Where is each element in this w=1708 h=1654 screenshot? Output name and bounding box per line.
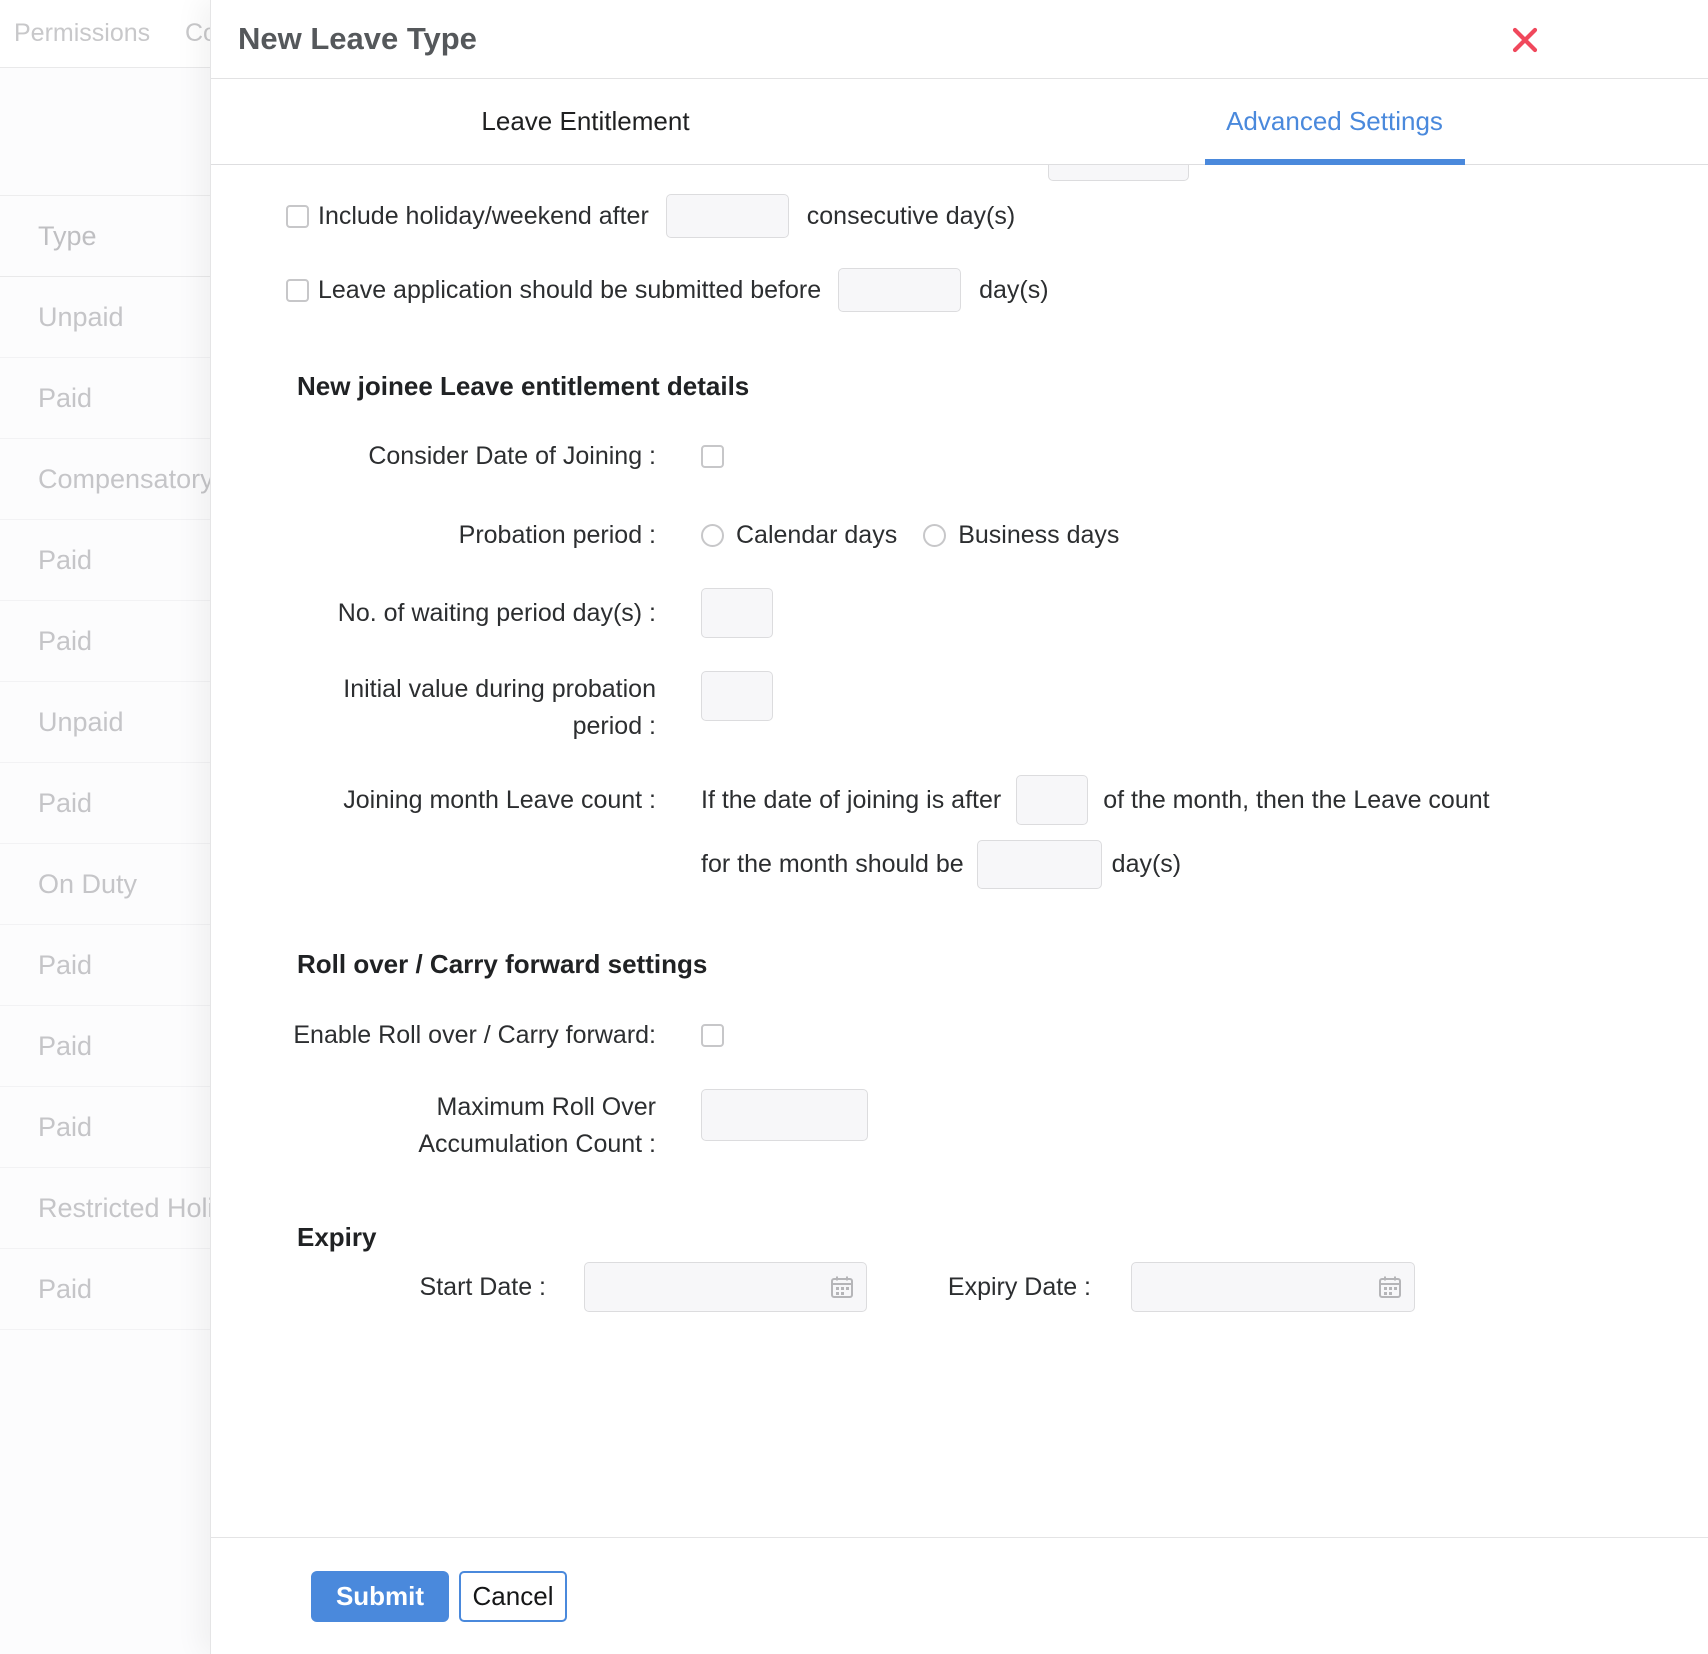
nav-tab-permissions: Permissions bbox=[14, 0, 150, 67]
consider-doj-checkbox[interactable] bbox=[701, 445, 724, 468]
initial-value-label: Initial value during probation period : bbox=[211, 671, 656, 745]
submit-before-checkbox[interactable] bbox=[286, 279, 309, 302]
include-holiday-checkbox[interactable] bbox=[286, 205, 309, 228]
calendar-days-radio[interactable] bbox=[701, 524, 724, 547]
new-leave-type-modal: New Leave Type Leave Entitlement Advance… bbox=[210, 0, 1708, 1654]
max-rollover-row: Maximum Roll Over Accumulation Count : bbox=[211, 1089, 1708, 1163]
table-row: Unpaid bbox=[0, 277, 210, 358]
expiry-date-field bbox=[1131, 1262, 1415, 1312]
consecutive-days-suffix: consecutive day(s) bbox=[807, 202, 1015, 231]
waiting-period-label: No. of waiting period day(s) : bbox=[211, 595, 656, 632]
nav-tab-partial: Co bbox=[185, 0, 210, 67]
table-row: Paid bbox=[0, 763, 210, 844]
modal-title: New Leave Type bbox=[238, 0, 477, 78]
joining-line1-suffix: of the month, then the Leave count bbox=[1103, 786, 1489, 815]
joining-month-label: Joining month Leave count : bbox=[211, 775, 656, 825]
probation-period-row: Probation period : Calendar days Busines… bbox=[211, 517, 1708, 554]
include-holiday-row: Include holiday/weekend after consecutiv… bbox=[286, 194, 1708, 238]
joining-month-row: Joining month Leave count : If the date … bbox=[211, 775, 1708, 889]
table-row: Paid bbox=[0, 1006, 210, 1087]
table-row: Unpaid bbox=[0, 682, 210, 763]
consider-doj-row: Consider Date of Joining : bbox=[211, 438, 1708, 475]
expiry-dates-row: Start Date : bbox=[211, 1262, 1708, 1312]
close-button[interactable] bbox=[1507, 22, 1543, 58]
table-header-type: Type bbox=[0, 195, 210, 277]
background-page: Permissions Co Type Unpaid Paid Compensa… bbox=[0, 0, 210, 1654]
joining-month-line2: for the month should be day(s) bbox=[701, 840, 1181, 889]
close-icon bbox=[1507, 45, 1543, 62]
expiry-date-input[interactable] bbox=[1131, 1262, 1415, 1312]
max-rollover-label: Maximum Roll Over Accumulation Count : bbox=[211, 1089, 656, 1163]
expiry-date-label: Expiry Date : bbox=[867, 1262, 1091, 1312]
consider-doj-label: Consider Date of Joining : bbox=[211, 438, 656, 475]
business-days-label: Business days bbox=[958, 521, 1119, 550]
calendar-days-label: Calendar days bbox=[736, 521, 897, 550]
start-date-input[interactable] bbox=[584, 1262, 867, 1312]
modal-footer: Submit Cancel bbox=[211, 1537, 1708, 1654]
submit-before-days-input[interactable] bbox=[838, 268, 961, 312]
joining-day-input[interactable] bbox=[1016, 775, 1088, 825]
joining-line1-prefix: If the date of joining is after bbox=[701, 786, 1001, 815]
business-days-radio[interactable] bbox=[923, 524, 946, 547]
clipped-top-input[interactable] bbox=[1048, 165, 1189, 181]
expiry-heading: Expiry bbox=[297, 1221, 1708, 1253]
waiting-period-input[interactable] bbox=[701, 588, 773, 638]
enable-rollover-row: Enable Roll over / Carry forward: bbox=[211, 1017, 1708, 1054]
rollover-heading: Roll over / Carry forward settings bbox=[297, 948, 1708, 980]
table-row: Paid bbox=[0, 1249, 210, 1330]
start-date-field bbox=[584, 1262, 867, 1312]
initial-value-row: Initial value during probation period : bbox=[211, 671, 1708, 745]
consecutive-days-input[interactable] bbox=[666, 194, 789, 238]
joining-line2-prefix: for the month should be bbox=[701, 850, 964, 879]
submit-before-label: Leave application should be submitted be… bbox=[318, 276, 821, 305]
background-panel: Type Unpaid Paid Compensatory Off Paid P… bbox=[0, 68, 210, 1654]
start-date-label: Start Date : bbox=[211, 1262, 546, 1312]
initial-value-input[interactable] bbox=[701, 671, 773, 721]
include-holiday-label: Include holiday/weekend after bbox=[318, 202, 649, 231]
table-row: Restricted Holiday bbox=[0, 1168, 210, 1249]
enable-rollover-label: Enable Roll over / Carry forward: bbox=[211, 1017, 656, 1054]
max-rollover-input[interactable] bbox=[701, 1089, 868, 1141]
tab-leave-entitlement[interactable]: Leave Entitlement bbox=[211, 79, 960, 164]
table-row: Paid bbox=[0, 1087, 210, 1168]
table-row: Paid bbox=[0, 925, 210, 1006]
modal-header: New Leave Type bbox=[211, 0, 1708, 79]
table-row: Compensatory Off bbox=[0, 439, 210, 520]
joining-count-input[interactable] bbox=[977, 840, 1102, 889]
enable-rollover-checkbox[interactable] bbox=[701, 1024, 724, 1047]
table-row: Paid bbox=[0, 520, 210, 601]
submit-before-suffix: day(s) bbox=[979, 276, 1048, 305]
tab-advanced-settings-label: Advanced Settings bbox=[1226, 106, 1443, 136]
cancel-button[interactable]: Cancel bbox=[459, 1571, 567, 1622]
modal-tab-bar: Leave Entitlement Advanced Settings bbox=[211, 79, 1708, 165]
submit-before-row: Leave application should be submitted be… bbox=[286, 268, 1708, 312]
table-row: On Duty bbox=[0, 844, 210, 925]
joining-line2-suffix: day(s) bbox=[1112, 850, 1181, 879]
modal-body: Include holiday/weekend after consecutiv… bbox=[211, 165, 1708, 1538]
background-topnav: Permissions Co bbox=[0, 0, 210, 68]
probation-period-label: Probation period : bbox=[211, 517, 656, 554]
tab-advanced-settings[interactable]: Advanced Settings bbox=[960, 79, 1708, 164]
waiting-period-row: No. of waiting period day(s) : bbox=[211, 588, 1708, 638]
leave-type-table: Type Unpaid Paid Compensatory Off Paid P… bbox=[0, 195, 210, 1330]
table-row: Paid bbox=[0, 358, 210, 439]
new-joinee-heading: New joinee Leave entitlement details bbox=[297, 370, 1708, 402]
table-row: Paid bbox=[0, 601, 210, 682]
joining-month-line1: If the date of joining is after of the m… bbox=[701, 775, 1490, 825]
submit-button[interactable]: Submit bbox=[311, 1571, 449, 1622]
